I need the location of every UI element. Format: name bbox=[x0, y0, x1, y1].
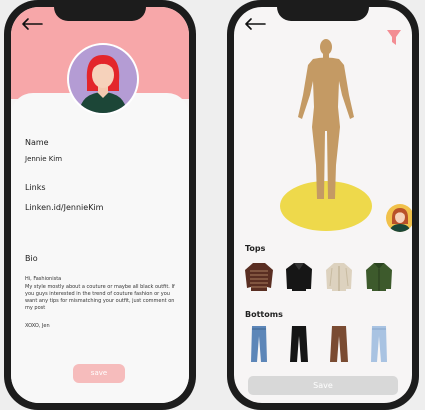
blue-jeans-icon[interactable] bbox=[244, 324, 274, 364]
light-jeans-icon[interactable] bbox=[364, 324, 394, 364]
bottoms-heading: Bottoms bbox=[245, 310, 283, 319]
links-field[interactable]: Linken.id/JennieKim bbox=[25, 203, 103, 212]
striped-sweater-icon[interactable] bbox=[244, 260, 274, 294]
filter-icon[interactable] bbox=[386, 29, 402, 47]
avatar[interactable] bbox=[69, 45, 137, 113]
bio-label: Bio bbox=[25, 254, 38, 263]
phone-notch bbox=[54, 7, 146, 21]
save-button[interactable]: save bbox=[73, 364, 125, 383]
back-arrow-icon[interactable] bbox=[244, 17, 266, 31]
closet-screen: Tops Bottoms Save bbox=[234, 7, 412, 403]
closet-phone: Tops Bottoms Save bbox=[227, 0, 419, 410]
bio-body[interactable]: My style mostly about a couture or maybe… bbox=[25, 284, 177, 312]
black-trousers-icon[interactable] bbox=[284, 324, 314, 364]
name-field[interactable]: Jennie Kim bbox=[25, 155, 62, 163]
save-outfit-button[interactable]: Save bbox=[248, 376, 398, 395]
links-label: Links bbox=[25, 183, 46, 192]
black-jacket-icon[interactable] bbox=[284, 260, 314, 294]
bio-signoff[interactable]: XOXO, Jen bbox=[25, 323, 177, 330]
back-arrow-icon[interactable] bbox=[21, 17, 43, 31]
tops-heading: Tops bbox=[245, 244, 266, 253]
green-jacket-icon[interactable] bbox=[364, 260, 394, 294]
profile-avatar-button[interactable] bbox=[386, 204, 412, 232]
name-label: Name bbox=[25, 138, 49, 147]
profile-phone: Name Jennie Kim Links Linken.id/JennieKi… bbox=[4, 0, 196, 410]
beige-cardigan-icon[interactable] bbox=[324, 260, 354, 294]
bio-greeting[interactable]: Hi, Fashionista bbox=[25, 276, 177, 283]
brown-trousers-icon[interactable] bbox=[324, 324, 354, 364]
mannequin-figure bbox=[298, 39, 354, 199]
profile-screen: Name Jennie Kim Links Linken.id/JennieKi… bbox=[11, 7, 189, 403]
phone-notch bbox=[277, 7, 369, 21]
